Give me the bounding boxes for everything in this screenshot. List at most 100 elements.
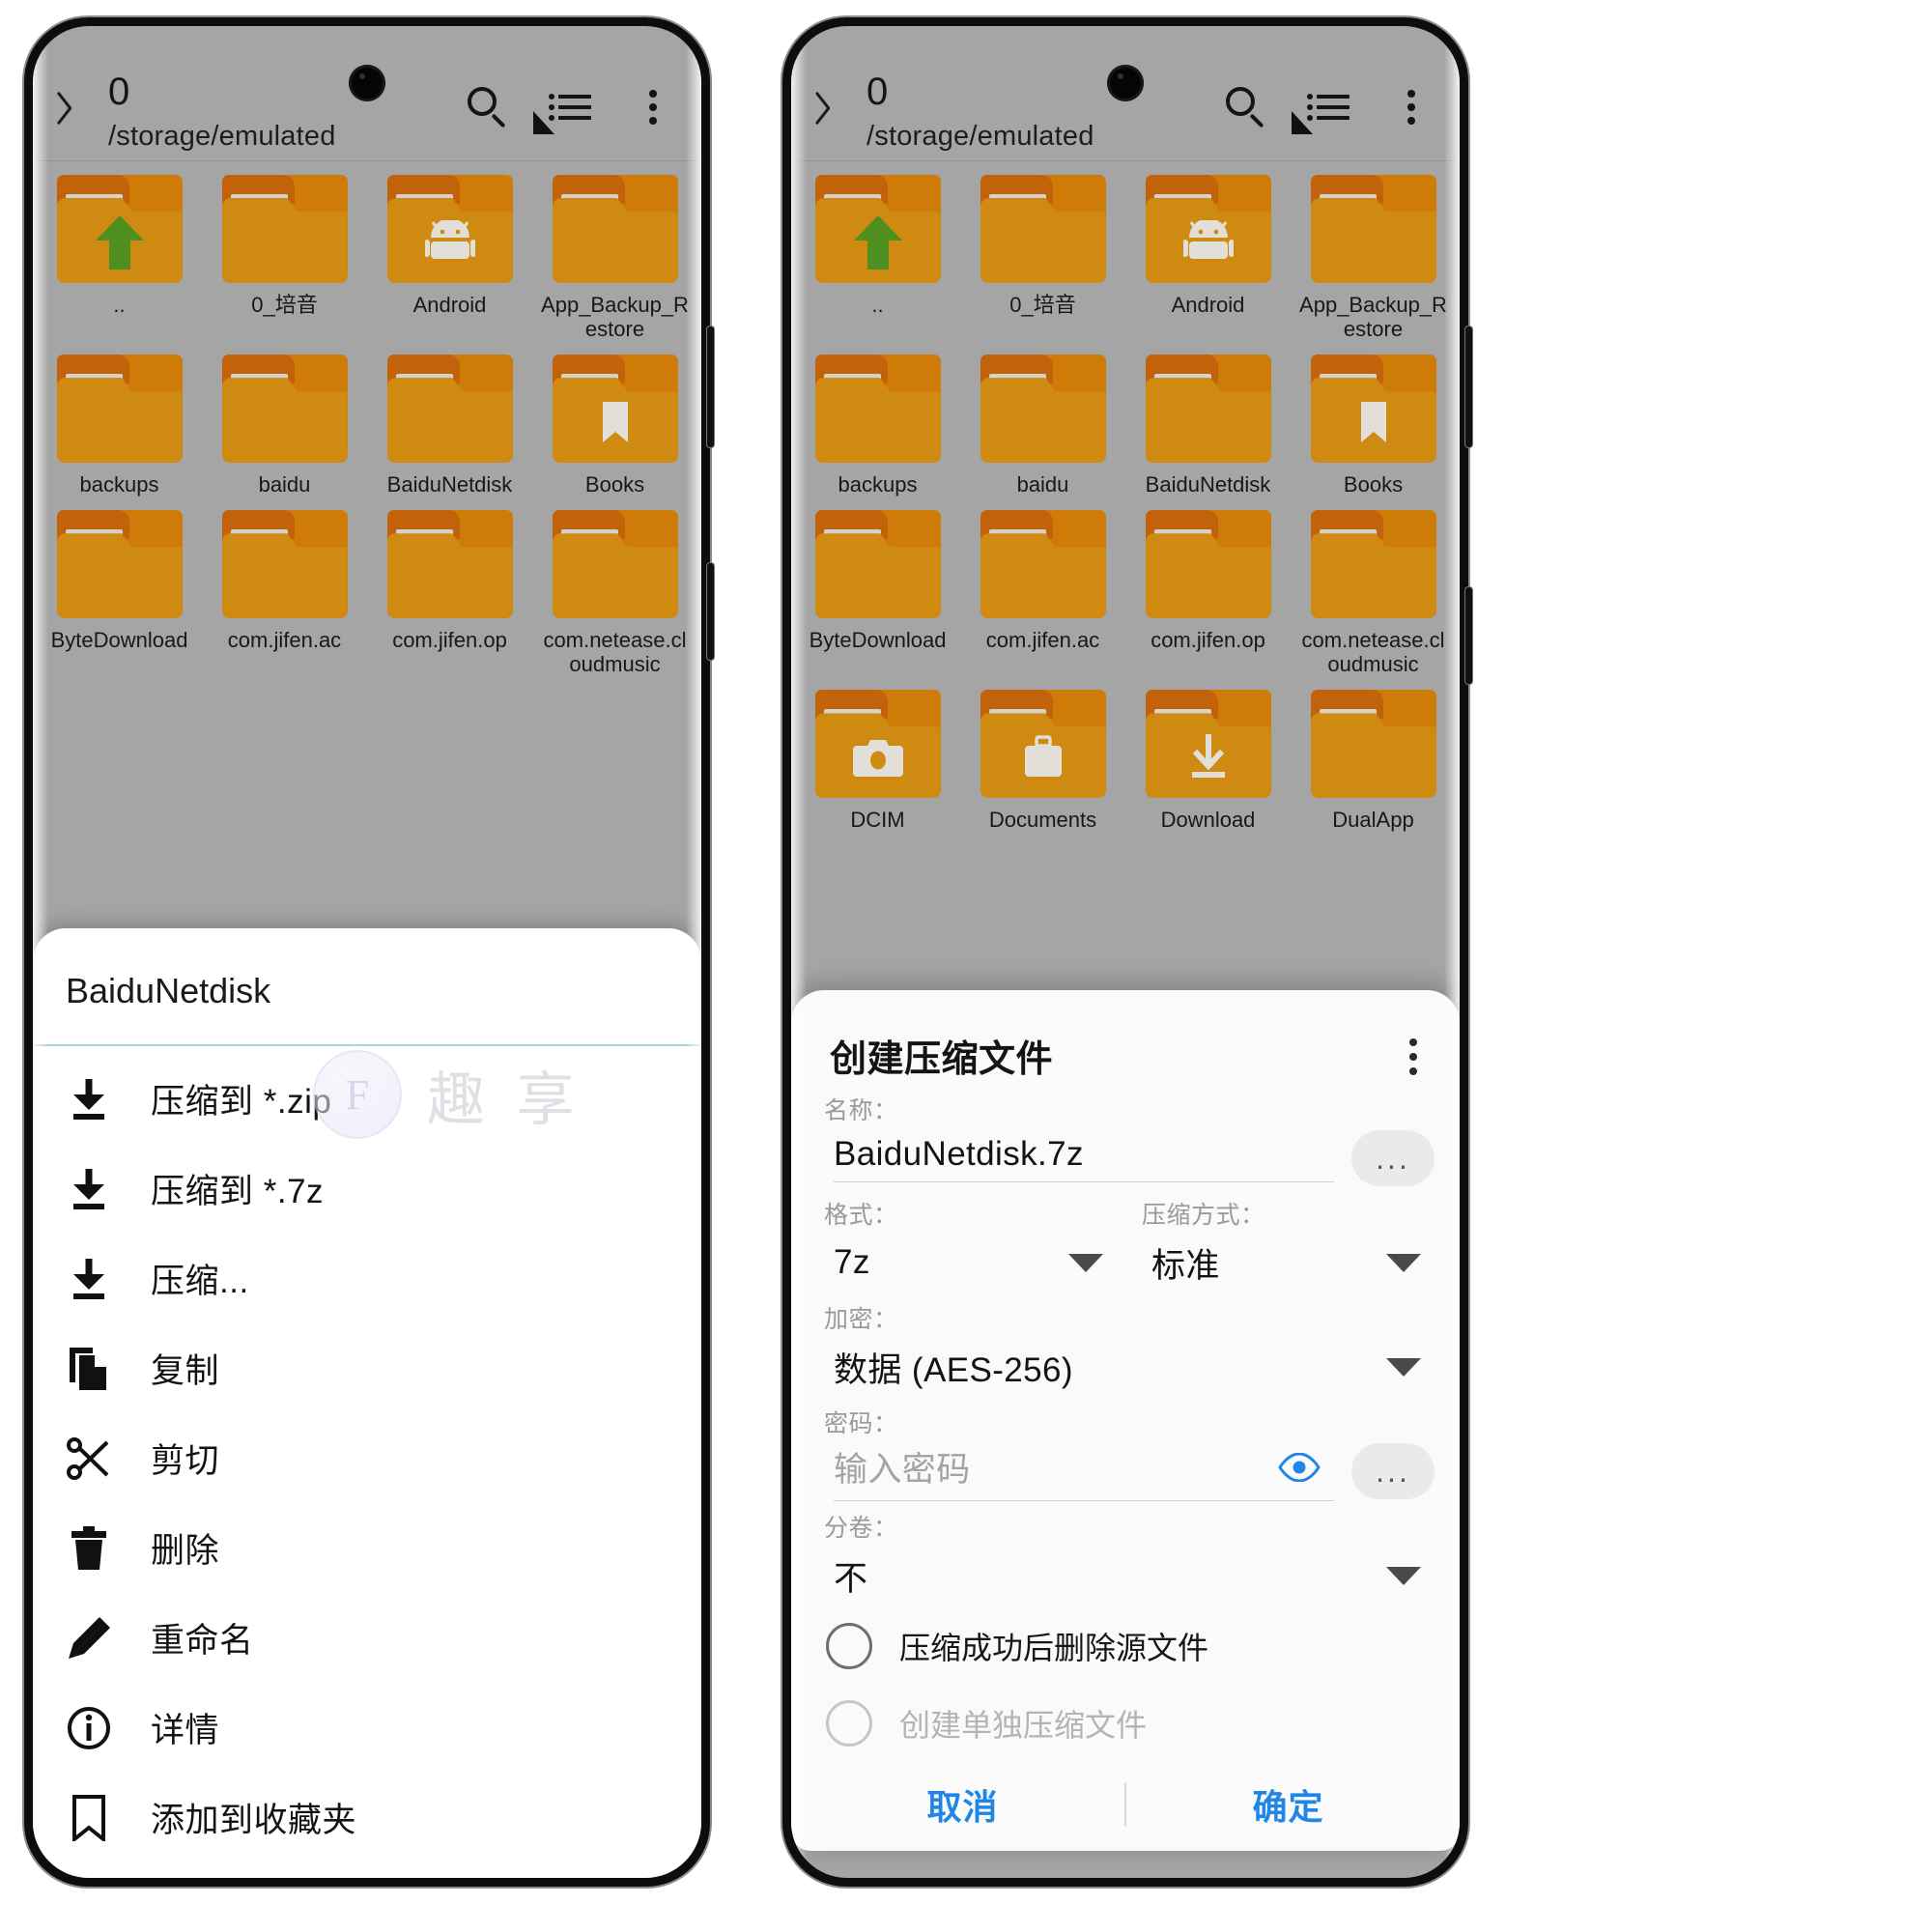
folder-icon xyxy=(552,510,678,619)
encryption-label: 加密： xyxy=(824,1306,898,1333)
volume-select[interactable]: 不 xyxy=(816,1544,1435,1607)
folder-item[interactable]: .. xyxy=(37,167,202,347)
name-more-button[interactable]: ... xyxy=(1351,1130,1435,1186)
menu-item-7[interactable]: 详情 xyxy=(33,1683,701,1773)
phone-right-side-button-1[interactable] xyxy=(1465,327,1472,447)
folder-item[interactable]: Books xyxy=(532,347,697,502)
checkbox-circle-icon[interactable] xyxy=(826,1623,872,1669)
menu-item-2[interactable]: 压缩... xyxy=(33,1234,701,1323)
folder-item[interactable]: backups xyxy=(795,347,960,502)
folder-icon xyxy=(221,510,348,619)
folder-item[interactable]: Books xyxy=(1291,347,1456,502)
folder-item[interactable]: backups xyxy=(37,347,202,502)
folder-item[interactable]: ByteDownload xyxy=(795,502,960,682)
checkbox-row-0[interactable]: 压缩成功后删除源文件 xyxy=(816,1607,1435,1685)
more-vertical-icon[interactable] xyxy=(1388,84,1435,130)
encryption-select[interactable]: 数据 (AES-256) xyxy=(816,1335,1435,1399)
name-row: BaiduNetdisk.7z ... xyxy=(816,1126,1435,1190)
folder-label: com.netease.cloudmusic xyxy=(543,628,687,677)
folder-item[interactable]: Documents xyxy=(960,682,1125,838)
folder-item[interactable]: 0_培音 xyxy=(960,167,1125,347)
folder-item[interactable]: Android xyxy=(1125,167,1291,347)
info-icon xyxy=(66,1705,112,1751)
menu-item-label: 剪切 xyxy=(151,1442,220,1480)
folder-icon xyxy=(1145,690,1271,799)
folder-badge-up-arrow-icon xyxy=(815,215,941,270)
folder-item[interactable]: com.jifen.op xyxy=(1125,502,1291,682)
folder-item[interactable]: 0_培音 xyxy=(202,167,367,347)
folder-item[interactable]: BaiduNetdisk xyxy=(367,347,532,502)
menu-item-0[interactable]: 压缩到 *.zip xyxy=(33,1054,701,1144)
folder-icon xyxy=(1145,510,1271,619)
password-more-button[interactable]: ... xyxy=(1351,1443,1435,1499)
folder-label: com.jifen.op xyxy=(1151,628,1265,653)
menu-item-1[interactable]: 压缩到 *.7z xyxy=(33,1144,701,1234)
path-expand-triangle-icon[interactable] xyxy=(533,111,554,134)
method-select[interactable]: 标准 xyxy=(1134,1231,1435,1294)
folder-icon xyxy=(980,690,1106,799)
folder-item[interactable]: baidu xyxy=(960,347,1125,502)
checkbox-row-1[interactable]: 创建单独压缩文件 xyxy=(816,1685,1435,1762)
folder-icon xyxy=(221,355,348,464)
page-title: 0 xyxy=(108,71,130,113)
cancel-button[interactable]: 取消 xyxy=(801,1779,1124,1830)
folder-badge-up-arrow-icon xyxy=(57,215,183,270)
menu-item-4[interactable]: 剪切 xyxy=(33,1413,701,1503)
folder-item[interactable]: com.jifen.ac xyxy=(202,502,367,682)
folder-item[interactable]: com.jifen.ac xyxy=(960,502,1125,682)
dialog-title: 创建压缩文件 xyxy=(830,1039,1054,1080)
menu-item-6[interactable]: 重命名 xyxy=(33,1593,701,1683)
folder-item[interactable]: App_Backup_Restore xyxy=(1291,167,1456,347)
phone-left-side-button-1[interactable] xyxy=(707,327,714,447)
menu-item-8[interactable]: 添加到收藏夹 xyxy=(33,1773,701,1862)
context-menu-list: 压缩到 *.zip 压缩到 *.7z 压缩... 复制 剪切 删除 重命名 详情… xyxy=(33,1046,701,1878)
folder-item[interactable]: com.netease.cloudmusic xyxy=(532,502,697,682)
folder-item[interactable]: DCIM xyxy=(795,682,960,838)
folder-item[interactable]: com.netease.cloudmusic xyxy=(1291,502,1456,682)
phone-right-side-button-2[interactable] xyxy=(1465,587,1472,684)
folder-item[interactable]: App_Backup_Restore xyxy=(532,167,697,347)
folder-item[interactable]: Download xyxy=(1125,682,1291,838)
name-input[interactable]: BaiduNetdisk.7z xyxy=(834,1135,1084,1173)
folder-item[interactable]: BaiduNetdisk xyxy=(1125,347,1291,502)
folder-badge-bookmark-icon xyxy=(553,399,678,445)
folder-label: BaiduNetdisk xyxy=(1145,472,1271,497)
folder-item[interactable]: .. xyxy=(795,167,960,347)
folder-item[interactable]: Android xyxy=(367,167,532,347)
folder-label: BaiduNetdisk xyxy=(386,472,513,497)
menu-item-label: 删除 xyxy=(151,1532,220,1570)
back-chevron-icon[interactable] xyxy=(58,86,91,132)
menu-item-3[interactable]: 复制 xyxy=(33,1323,701,1413)
path-label: /storage/emulated xyxy=(108,121,336,152)
ok-button[interactable]: 确定 xyxy=(1126,1779,1450,1830)
name-label: 名称： xyxy=(824,1097,898,1124)
path-expand-triangle-icon[interactable] xyxy=(1292,111,1313,134)
checkbox-circle-icon[interactable] xyxy=(826,1700,872,1747)
phone-left-side-button-2[interactable] xyxy=(707,563,714,660)
folder-item[interactable]: DualApp xyxy=(1291,682,1456,838)
checkbox-label: 压缩成功后删除源文件 xyxy=(899,1631,1209,1665)
phone-left: 0 /storage/emulated .. 0_培音 Android App_… xyxy=(24,17,714,1887)
field-encryption: 加密： 数据 (AES-256) xyxy=(816,1294,1435,1399)
more-vertical-icon[interactable] xyxy=(1392,1035,1435,1081)
search-icon[interactable] xyxy=(464,84,510,130)
more-vertical-icon[interactable] xyxy=(630,84,676,130)
folder-badge-briefcase-icon xyxy=(980,734,1106,781)
folder-label: 0_培音 xyxy=(251,293,318,317)
path-label: /storage/emulated xyxy=(867,121,1094,152)
menu-item-label: 复制 xyxy=(151,1352,220,1390)
eye-icon[interactable] xyxy=(1274,1442,1324,1492)
folder-item[interactable]: ByteDownload xyxy=(37,502,202,682)
volume-value: 不 xyxy=(834,1559,868,1598)
folder-item[interactable]: com.jifen.op xyxy=(367,502,532,682)
menu-item-5[interactable]: 删除 xyxy=(33,1503,701,1593)
folder-badge-android-icon xyxy=(387,219,513,266)
folder-item[interactable]: baidu xyxy=(202,347,367,502)
phone-right: 0 /storage/emulated .. 0_培音 Android App_… xyxy=(782,17,1472,1887)
format-select[interactable]: 7z xyxy=(816,1231,1117,1294)
folder-label: DualApp xyxy=(1332,808,1414,833)
search-icon[interactable] xyxy=(1222,84,1268,130)
back-chevron-icon[interactable] xyxy=(816,86,849,132)
download-arrow-icon xyxy=(66,1256,112,1302)
password-input[interactable]: 输入密码 xyxy=(834,1442,1274,1492)
